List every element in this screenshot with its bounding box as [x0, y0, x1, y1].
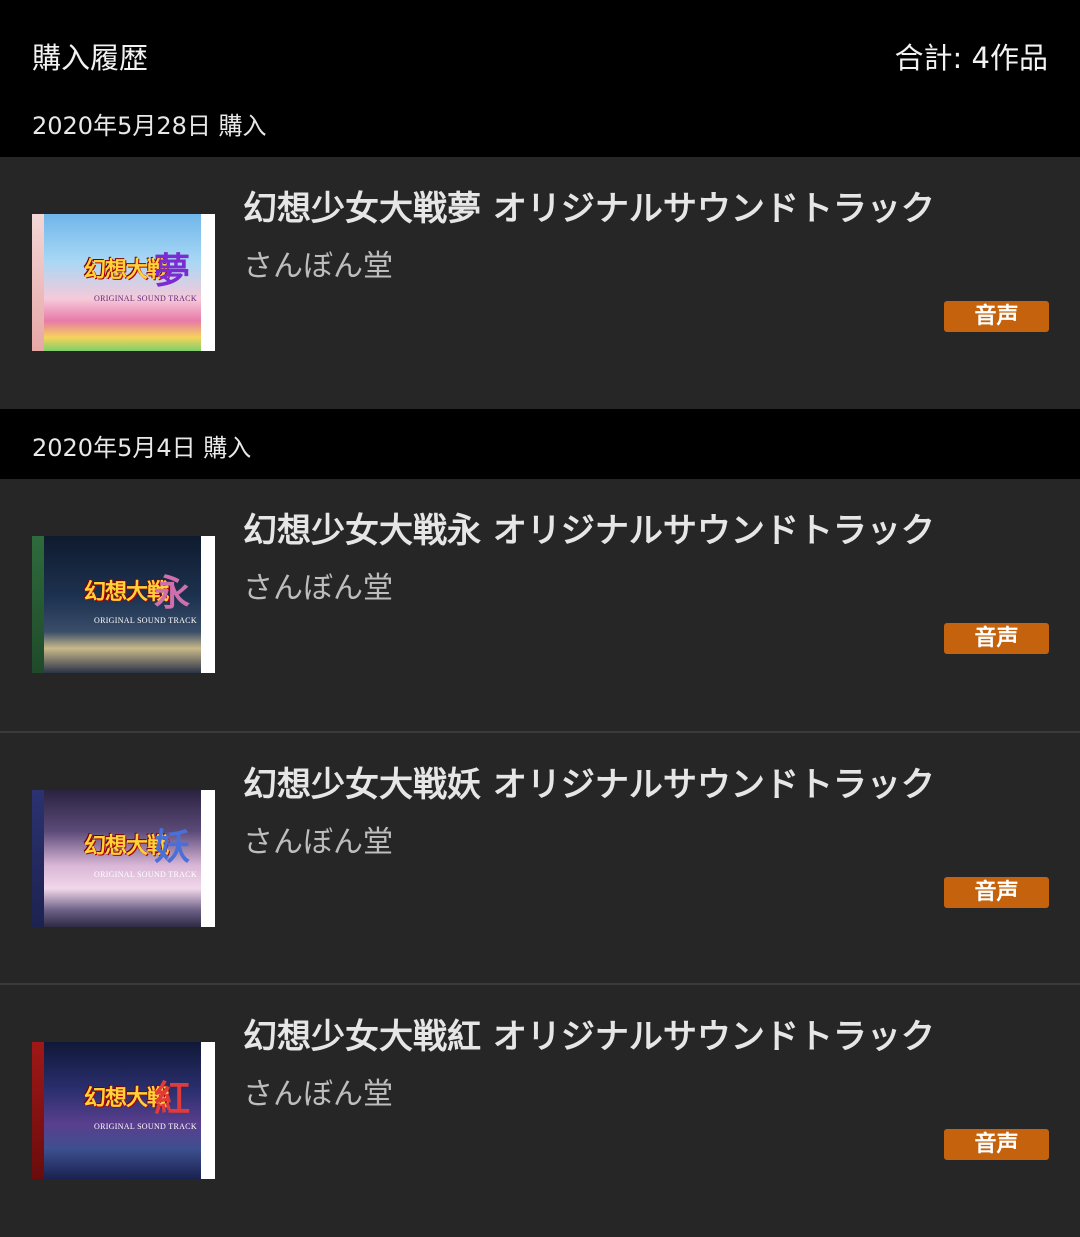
- item-circle[interactable]: さんぼん堂: [243, 247, 393, 287]
- cover-kanji: 夢: [154, 250, 191, 292]
- category-badge: 音声: [944, 1129, 1049, 1160]
- purchase-item[interactable]: 幻想大戦 紅 ORIGINAL SOUND TRACK 幻想少女大戦紅 オリジナ…: [0, 983, 1080, 1237]
- item-title[interactable]: 幻想少女大戦夢 オリジナルサウンドトラック: [243, 187, 935, 231]
- cover-subtitle: ORIGINAL SOUND TRACK: [94, 616, 197, 625]
- purchase-item[interactable]: 幻想大戦 妖 ORIGINAL SOUND TRACK 幻想少女大戦妖 オリジナ…: [0, 731, 1080, 983]
- purchase-date: 2020年5月28日 購入: [32, 112, 267, 140]
- category-badge: 音声: [944, 301, 1049, 332]
- cover-thumbnail[interactable]: 幻想大戦 夢 ORIGINAL SOUND TRACK: [32, 214, 215, 351]
- cover-art: 幻想大戦 永 ORIGINAL SOUND TRACK: [44, 536, 201, 673]
- item-circle[interactable]: さんぼん堂: [243, 569, 393, 609]
- item-circle[interactable]: さんぼん堂: [243, 823, 393, 863]
- cover-thumbnail[interactable]: 幻想大戦 妖 ORIGINAL SOUND TRACK: [32, 790, 215, 927]
- cover-subtitle: ORIGINAL SOUND TRACK: [94, 1122, 197, 1131]
- cover-spine: [32, 536, 44, 673]
- item-circle[interactable]: さんぼん堂: [243, 1075, 393, 1115]
- cover-spine: [32, 790, 44, 927]
- cover-spine: [32, 1042, 44, 1179]
- cover-kanji: 紅: [154, 1078, 191, 1120]
- cover-subtitle: ORIGINAL SOUND TRACK: [94, 870, 197, 879]
- item-title[interactable]: 幻想少女大戦紅 オリジナルサウンドトラック: [243, 1015, 935, 1059]
- purchase-date-header: 2020年5月4日 購入: [0, 409, 1080, 479]
- category-badge: 音声: [944, 623, 1049, 654]
- cover-art: 幻想大戦 夢 ORIGINAL SOUND TRACK: [44, 214, 201, 351]
- purchase-date: 2020年5月4日 購入: [32, 434, 252, 462]
- page-title: 購入履歴: [32, 41, 149, 75]
- category-badge: 音声: [944, 877, 1049, 908]
- cover-subtitle: ORIGINAL SOUND TRACK: [94, 294, 197, 303]
- cover-thumbnail[interactable]: 幻想大戦 紅 ORIGINAL SOUND TRACK: [32, 1042, 215, 1179]
- total-count: 合計: 4作品: [894, 41, 1048, 75]
- cover-kanji: 妖: [154, 826, 191, 868]
- cover-art: 幻想大戦 妖 ORIGINAL SOUND TRACK: [44, 790, 201, 927]
- item-title[interactable]: 幻想少女大戦永 オリジナルサウンドトラック: [243, 509, 935, 553]
- cover-kanji: 永: [154, 572, 191, 614]
- page-header: 購入履歴 合計: 4作品: [0, 0, 1080, 100]
- cover-art: 幻想大戦 紅 ORIGINAL SOUND TRACK: [44, 1042, 201, 1179]
- purchase-item[interactable]: 幻想大戦 永 ORIGINAL SOUND TRACK 幻想少女大戦永 オリジナ…: [0, 479, 1080, 731]
- item-title[interactable]: 幻想少女大戦妖 オリジナルサウンドトラック: [243, 763, 935, 807]
- cover-spine: [32, 214, 44, 351]
- purchase-date-header: 2020年5月28日 購入: [0, 100, 1080, 157]
- cover-thumbnail[interactable]: 幻想大戦 永 ORIGINAL SOUND TRACK: [32, 536, 215, 673]
- purchase-item[interactable]: 幻想大戦 夢 ORIGINAL SOUND TRACK 幻想少女大戦夢 オリジナ…: [0, 157, 1080, 409]
